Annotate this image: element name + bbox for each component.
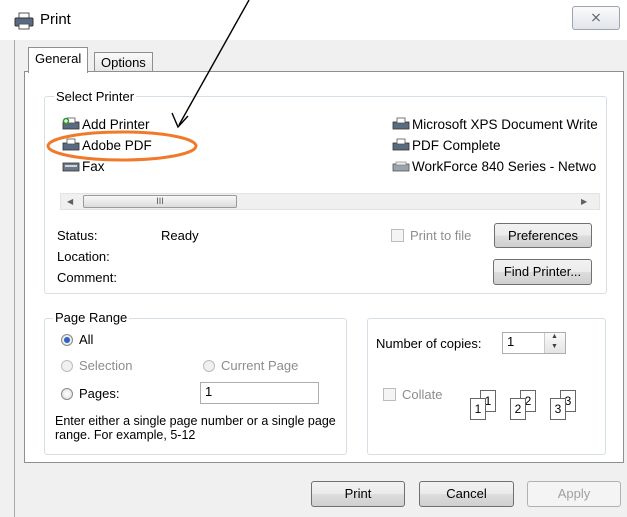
collate-page-number: 3	[554, 402, 562, 416]
close-button[interactable]: ⨯	[572, 6, 620, 30]
network-printer-icon	[392, 161, 410, 172]
collate-illustration: 1 1 2 2 3 3	[470, 388, 600, 428]
printer-name: Fax	[82, 159, 105, 174]
title-bar[interactable]: Print ⨯	[0, 0, 627, 40]
comment-label: Comment:	[57, 270, 117, 285]
copies-input-value: 1	[507, 334, 515, 349]
fax-icon	[62, 162, 80, 172]
printer-list-scrollbar[interactable]: ◀ III ▶	[60, 193, 600, 210]
printer-icon	[14, 12, 34, 30]
collate-label: Collate	[402, 387, 443, 402]
printer-name: WorkForce 840 Series - Network	[412, 159, 597, 174]
preferences-button-label: Preferences	[507, 228, 579, 243]
select-printer-label: Select Printer	[54, 89, 137, 104]
print-to-file-checkbox[interactable]	[391, 229, 404, 242]
tab-options-label: Options	[101, 55, 146, 70]
page-range-label: Page Range	[53, 310, 130, 325]
collate-checkbox[interactable]	[383, 388, 396, 401]
printer-icon	[392, 117, 410, 130]
printer-icon	[392, 138, 410, 151]
printer-icon	[62, 138, 80, 151]
spin-up-icon[interactable]: ▲	[551, 333, 558, 340]
copies-spinner[interactable]: ▲ ▼	[544, 333, 565, 353]
cancel-button[interactable]: Cancel	[419, 481, 514, 507]
window-title: Print	[40, 11, 71, 28]
collate-page-number: 1	[474, 402, 482, 416]
printer-item-workforce-840[interactable]: WorkForce 840 Series - Network	[392, 159, 597, 175]
collate-page-icon: 2	[510, 398, 526, 420]
location-label: Location:	[57, 249, 110, 264]
collate-page-icon: 3	[550, 398, 566, 420]
printer-name: Add Printer	[82, 117, 150, 132]
scroll-left-icon[interactable]: ◀	[67, 197, 73, 206]
pages-input[interactable]: 1	[200, 382, 319, 404]
window-left-border	[0, 40, 15, 517]
selection-radio[interactable]	[61, 360, 73, 372]
pages-radio-label: Pages:	[79, 386, 120, 401]
scroll-thumb-grip-icon: III	[156, 196, 164, 206]
printer-name: Microsoft XPS Document Writer	[412, 117, 597, 132]
all-radio[interactable]	[61, 334, 73, 346]
printer-item-adobe-pdf[interactable]: Adobe PDF	[62, 138, 152, 154]
close-icon: ⨯	[590, 9, 602, 25]
apply-button[interactable]: Apply	[527, 481, 621, 507]
collate-page-number: 2	[514, 402, 522, 416]
pages-input-value: 1	[205, 384, 213, 399]
status-label: Status:	[57, 228, 98, 243]
cancel-button-label: Cancel	[446, 486, 487, 501]
scroll-thumb[interactable]: III	[83, 195, 237, 208]
printer-item-pdf-complete[interactable]: PDF Complete	[392, 138, 501, 154]
printer-name: Adobe PDF	[82, 138, 152, 153]
all-radio-label: All	[79, 332, 94, 347]
find-printer-button-label: Find Printer...	[503, 264, 582, 279]
printer-name: PDF Complete	[412, 138, 501, 153]
print-to-file-label: Print to file	[410, 228, 472, 243]
apply-button-label: Apply	[557, 486, 591, 501]
tab-general-label: General	[35, 51, 82, 66]
selection-radio-label: Selection	[79, 358, 133, 373]
spin-down-icon[interactable]: ▼	[551, 343, 558, 350]
print-button-label: Print	[344, 486, 372, 501]
scroll-right-icon[interactable]: ▶	[581, 197, 587, 206]
printer-item-microsoft-xps[interactable]: Microsoft XPS Document Writer	[392, 117, 597, 133]
collate-page-icon: 1	[470, 398, 486, 420]
printer-item-fax[interactable]: Fax	[62, 159, 105, 175]
printer-item-add-printer[interactable]: Add Printer	[62, 117, 150, 133]
add-printer-icon	[62, 117, 80, 130]
printer-list-right-column: Microsoft XPS Document Writer PDF Comple…	[392, 117, 597, 179]
tab-general[interactable]: General	[28, 47, 89, 73]
page-range-hint: Enter either a single page number or a s…	[55, 414, 336, 442]
tab-options[interactable]: Options	[94, 52, 153, 72]
status-value: Ready	[161, 228, 199, 243]
current-page-radio[interactable]	[203, 360, 215, 372]
pages-radio[interactable]	[61, 388, 73, 400]
number-of-copies-label: Number of copies:	[376, 336, 482, 351]
preferences-button[interactable]: Preferences	[494, 223, 592, 248]
print-button[interactable]: Print	[311, 481, 405, 507]
current-page-radio-label: Current Page	[221, 358, 299, 373]
print-dialog: Print ⨯ General Options Select Printer A…	[0, 0, 627, 517]
find-printer-button[interactable]: Find Printer...	[493, 259, 592, 285]
